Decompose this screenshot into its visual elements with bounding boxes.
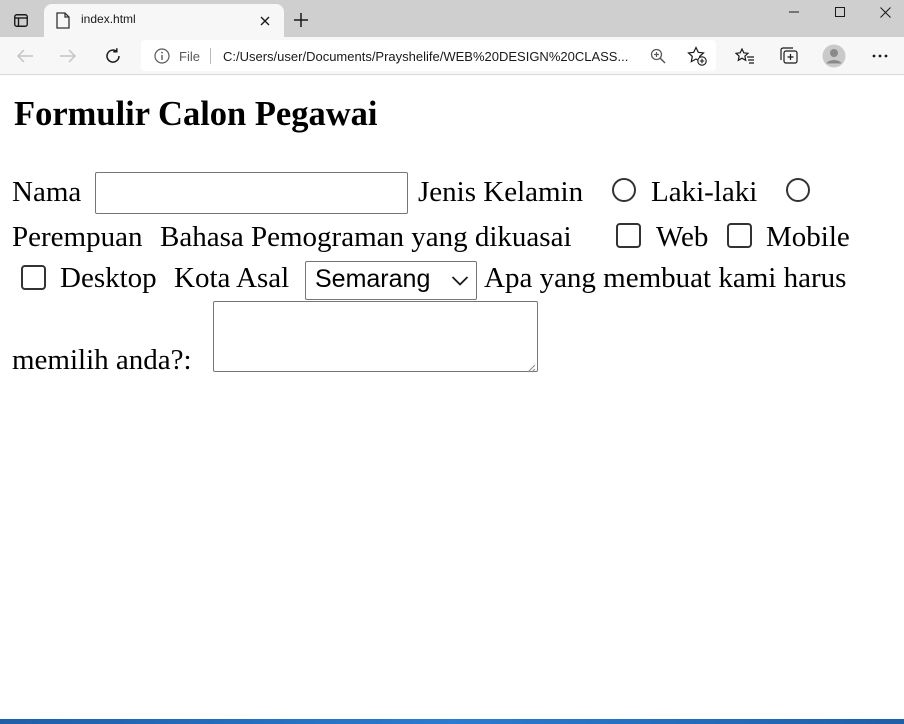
- window-close-icon[interactable]: [862, 0, 904, 24]
- nama-input[interactable]: [95, 172, 408, 214]
- address-scheme-label: File: [179, 49, 200, 64]
- radio-laki-laki[interactable]: [612, 178, 636, 202]
- back-arrow-icon[interactable]: [11, 43, 39, 69]
- forward-arrow-icon[interactable]: [54, 43, 82, 69]
- address-divider: [210, 48, 211, 64]
- page-content: Formulir Calon Pegawai Nama Jenis Kelami…: [0, 75, 904, 719]
- radio-laki-laki-label: Laki-laki: [651, 176, 758, 208]
- reason-textarea[interactable]: [213, 301, 538, 373]
- checkbox-web[interactable]: [616, 223, 641, 248]
- reason-label-line2: memilih anda?:: [12, 344, 192, 376]
- page-icon: [56, 12, 70, 29]
- plus-icon[interactable]: [288, 8, 314, 32]
- collections-icon[interactable]: [775, 43, 803, 69]
- address-bar[interactable]: File C:/Users/user/Documents/Prayshelife…: [141, 40, 716, 71]
- address-url[interactable]: C:/Users/user/Documents/Prayshelife/WEB%…: [223, 49, 628, 64]
- city-label: Kota Asal: [174, 262, 290, 294]
- refresh-icon[interactable]: [99, 43, 127, 69]
- browser-toolbar: File C:/Users/user/Documents/Prayshelife…: [0, 37, 904, 75]
- close-icon[interactable]: [256, 12, 274, 30]
- language-label: Bahasa Pemograman yang dikuasai: [160, 221, 572, 253]
- taskbar-edge: [0, 719, 904, 724]
- city-select-value: Semarang: [315, 265, 431, 293]
- profile-icon[interactable]: [820, 43, 848, 69]
- minimize-icon[interactable]: [771, 0, 817, 24]
- browser-titlebar: index.html: [0, 0, 904, 37]
- info-icon[interactable]: [154, 48, 170, 64]
- maximize-icon[interactable]: [817, 0, 863, 24]
- browser-tab[interactable]: index.html: [44, 4, 284, 37]
- nama-label: Nama: [12, 176, 82, 208]
- checkbox-mobile[interactable]: [727, 223, 752, 248]
- resize-grip-icon[interactable]: [526, 360, 536, 373]
- add-favorite-icon[interactable]: [686, 45, 708, 67]
- favorites-icon[interactable]: [731, 43, 759, 69]
- checkbox-desktop[interactable]: [21, 265, 46, 290]
- page-title: Formulir Calon Pegawai: [14, 95, 378, 133]
- zoom-icon[interactable]: [649, 47, 667, 65]
- radio-perempuan[interactable]: [786, 178, 810, 202]
- more-icon[interactable]: [866, 43, 894, 69]
- radio-perempuan-label: Perempuan: [12, 221, 143, 253]
- checkbox-desktop-label: Desktop: [60, 262, 157, 294]
- checkbox-mobile-label: Mobile: [766, 221, 850, 253]
- gender-label: Jenis Kelamin: [418, 176, 584, 208]
- chevron-down-icon: [451, 274, 469, 286]
- tab-actions-icon[interactable]: [8, 9, 34, 31]
- city-select[interactable]: Semarang: [305, 261, 477, 300]
- checkbox-web-label: Web: [656, 221, 709, 253]
- reason-label-line1: Apa yang membuat kami harus: [484, 262, 847, 294]
- tab-title: index.html: [81, 12, 136, 26]
